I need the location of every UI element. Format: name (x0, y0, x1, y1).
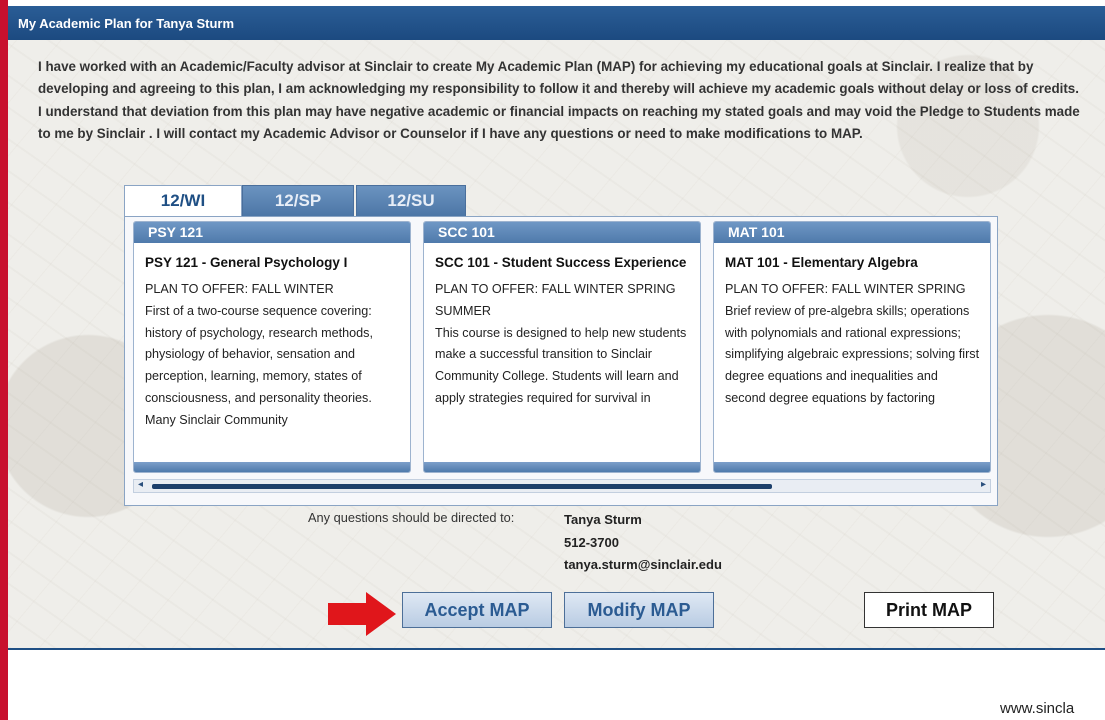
contact-label: Any questions should be directed to: (308, 510, 515, 525)
scroll-thumb[interactable] (152, 484, 772, 489)
acknowledgement-text: I have worked with an Academic/Faculty a… (38, 59, 1080, 141)
course-title: SCC 101 - Student Success Experience (435, 255, 687, 270)
horizontal-scrollbar[interactable]: ◂ ▸ (133, 479, 991, 493)
course-code: SCC 101 (424, 222, 700, 243)
print-map-button[interactable]: Print MAP (864, 592, 994, 628)
course-title: PSY 121 - General Psychology I (145, 255, 348, 270)
left-accent-bar (0, 0, 8, 720)
course-description: First of a two-course sequence covering:… (145, 303, 373, 427)
card-footer (134, 462, 410, 472)
course-card-psy-121: PSY 121 PSY 121 - General Psychology I P… (133, 221, 411, 473)
accept-map-button[interactable]: Accept MAP (402, 592, 552, 628)
course-title: MAT 101 - Elementary Algebra (725, 255, 918, 270)
academic-plan-panel: My Academic Plan for Tanya Sturm I have … (8, 6, 1105, 650)
tab-12-sp[interactable]: 12/SP (242, 185, 354, 217)
red-arrow-icon (328, 592, 396, 636)
course-card-scc-101: SCC 101 SCC 101 - Student Success Experi… (423, 221, 701, 473)
contact-phone: 512-3700 (564, 534, 619, 550)
course-list: PSY 121 PSY 121 - General Psychology I P… (124, 216, 998, 506)
contact-name: Tanya Sturm (564, 512, 642, 527)
course-card-mat-101: MAT 101 MAT 101 - Elementary Algebra PLA… (713, 221, 991, 473)
course-plan-to-offer: PLAN TO OFFER: FALL WINTER (145, 282, 334, 296)
card-footer (424, 462, 700, 472)
scroll-right-arrow-icon[interactable]: ▸ (981, 479, 986, 490)
panel-title: My Academic Plan for Tanya Sturm (8, 6, 1105, 40)
tab-12-wi[interactable]: 12/WI (124, 185, 242, 217)
course-plan-to-offer: PLAN TO OFFER: FALL WINTER SPRING (725, 282, 966, 296)
course-description: Brief review of pre-algebra skills; oper… (725, 303, 980, 405)
contact-email: tanya.sturm@sinclair.edu (564, 557, 722, 572)
contact-info: Tanya Sturm 512-3700 tanya.sturm@sinclai… (564, 509, 722, 577)
modify-map-button[interactable]: Modify MAP (564, 592, 714, 628)
scroll-left-arrow-icon[interactable]: ◂ (138, 479, 143, 490)
course-description: This course is designed to help new stud… (435, 325, 687, 405)
course-code: PSY 121 (134, 222, 410, 243)
course-plan-to-offer: PLAN TO OFFER: FALL WINTER SPRING SUMMER (435, 282, 676, 318)
course-code: MAT 101 (714, 222, 990, 243)
footer-url: www.sincla (1000, 700, 1075, 717)
tab-12-su[interactable]: 12/SU (356, 185, 466, 217)
card-footer (714, 462, 990, 472)
